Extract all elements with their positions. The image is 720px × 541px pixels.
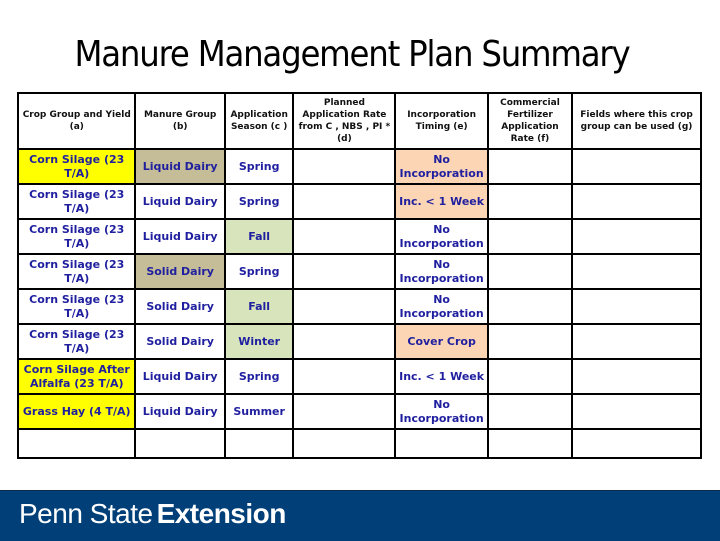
header-application-season: Application Season (c ) [223,92,295,150]
cell-crop: Corn Silage (23 T/A) [16,148,137,185]
brand-light-text: Penn State [19,498,153,529]
cell-fields [571,148,702,185]
cell-season: Spring [223,253,295,290]
cell-crop: Corn Silage After Alfalfa (23 T/A) [16,358,137,395]
empty-table-row [16,428,702,459]
cell-rate [292,358,397,395]
cell-empty [292,428,397,459]
table-row: Corn Silage (23 T/A) Solid Dairy Fall No… [16,288,702,325]
cell-rate [292,253,397,290]
cell-rate [292,323,397,360]
header-incorporation-timing: Incorporation Timing (e) [394,92,489,150]
manure-plan-table: Crop Group and Yield (a) Manure Group (b… [16,92,702,459]
cell-incorporation: No Incorporation [394,253,489,290]
cell-season: Spring [223,358,295,395]
cell-rate [292,218,397,255]
cell-empty [571,428,702,459]
cell-fertilizer [486,358,574,395]
cell-empty [394,428,489,459]
cell-rate [292,393,397,430]
cell-manure: Solid Dairy [134,288,226,325]
cell-crop: Corn Silage (23 T/A) [16,183,137,220]
cell-incorporation: No Incorporation [394,393,489,430]
cell-fertilizer [486,218,574,255]
cell-manure: Solid Dairy [134,253,226,290]
page-title: Manure Management Plan Summary [74,34,631,75]
cell-empty [486,428,574,459]
header-planned-rate: Planned Application Rate from C , NBS , … [292,92,397,150]
cell-season: Summer [223,393,295,430]
cell-fields [571,253,702,290]
header-fertilizer-rate: Commercial Fertilizer Application Rate (… [486,92,574,150]
penn-state-extension-logo: Penn State Extension [19,498,286,530]
header-manure-group: Manure Group (b) [134,92,226,150]
cell-fertilizer [486,148,574,185]
cell-fields [571,218,702,255]
cell-season: Spring [223,148,295,185]
cell-incorporation: No Incorporation [394,148,489,185]
footer-banner: Penn State Extension [0,490,720,541]
table-row: Corn Silage (23 T/A) Liquid Dairy Spring… [16,183,702,220]
table-row: Corn Silage (23 T/A) Liquid Dairy Fall N… [16,218,702,255]
cell-incorporation: No Incorporation [394,288,489,325]
cell-fields [571,358,702,395]
header-fields: Fields where this crop group can be used… [571,92,702,150]
cell-crop: Corn Silage (23 T/A) [16,288,137,325]
cell-fertilizer [486,183,574,220]
cell-manure: Liquid Dairy [134,183,226,220]
header-crop-group: Crop Group and Yield (a) [16,92,137,150]
cell-fields [571,323,702,360]
cell-incorporation: Inc. < 1 Week [394,358,489,395]
cell-season: Fall [223,218,295,255]
table-row: Grass Hay (4 T/A) Liquid Dairy Summer No… [16,393,702,430]
cell-empty [16,428,137,459]
brand-bold-text: Extension [156,498,287,529]
table-row: Corn Silage (23 T/A) Solid Dairy Winter … [16,323,702,360]
cell-crop: Corn Silage (23 T/A) [16,218,137,255]
cell-crop: Corn Silage (23 T/A) [16,253,137,290]
cell-fertilizer [486,323,574,360]
cell-manure: Liquid Dairy [134,358,226,395]
cell-season: Spring [223,183,295,220]
cell-fertilizer [486,393,574,430]
cell-fertilizer [486,288,574,325]
cell-crop: Grass Hay (4 T/A) [16,393,137,430]
cell-season: Winter [223,323,295,360]
cell-rate [292,148,397,185]
cell-incorporation: Inc. < 1 Week [394,183,489,220]
cell-rate [292,288,397,325]
header-row: Crop Group and Yield (a) Manure Group (b… [16,92,702,150]
cell-fertilizer [486,253,574,290]
table-row: Corn Silage (23 T/A) Liquid Dairy Spring… [16,148,702,185]
cell-manure: Liquid Dairy [134,218,226,255]
cell-fields [571,288,702,325]
cell-manure: Liquid Dairy [134,148,226,185]
cell-fields [571,393,702,430]
cell-incorporation: Cover Crop [394,323,489,360]
cell-empty [223,428,295,459]
cell-fields [571,183,702,220]
table-row: Corn Silage After Alfalfa (23 T/A) Liqui… [16,358,702,395]
cell-incorporation: No Incorporation [394,218,489,255]
cell-manure: Liquid Dairy [134,393,226,430]
cell-manure: Solid Dairy [134,323,226,360]
cell-crop: Corn Silage (23 T/A) [16,323,137,360]
cell-season: Fall [223,288,295,325]
cell-rate [292,183,397,220]
cell-empty [134,428,226,459]
table-row: Corn Silage (23 T/A) Solid Dairy Spring … [16,253,702,290]
